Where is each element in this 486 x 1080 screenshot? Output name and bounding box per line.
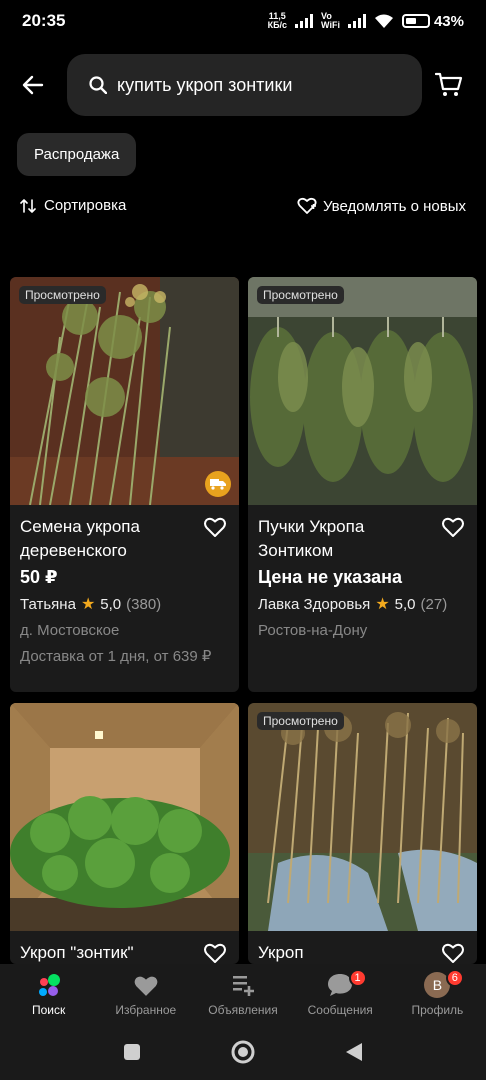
bottom-navigation: Поиск Избранное Объявления 1 Сообщения В…	[0, 964, 486, 1024]
listing-price: Цена не указана	[258, 567, 402, 587]
listing-photo[interactable]	[10, 703, 239, 931]
hanging-dill-photo	[248, 277, 477, 505]
dry-dill-stalks-photo	[248, 703, 477, 931]
seller-row[interactable]: Татьяна ★ 5,0 (380)	[20, 594, 229, 614]
recents-square-icon[interactable]	[123, 1043, 141, 1061]
listing-card-3[interactable]: Укроп "зонтик"	[10, 703, 239, 964]
favorite-heart-icon[interactable]	[441, 515, 465, 539]
system-navigation-bar	[0, 1024, 486, 1080]
star-icon: ★	[375, 596, 390, 613]
status-time: 20:35	[22, 11, 66, 30]
status-bar: 20:35 11,5 КБ/с Vo WiFi 43%	[0, 0, 486, 42]
network-speed: 11,5 КБ/с	[268, 12, 287, 30]
listing-info: Укроп "зонтик"	[10, 931, 239, 964]
review-count: (27)	[420, 595, 448, 613]
nav-favorites[interactable]: Избранное	[97, 964, 194, 1024]
listing-card-2[interactable]: Просмотрено Пучки Укропа Зонтиком Цена н…	[248, 277, 477, 692]
home-circle-icon[interactable]	[231, 1040, 255, 1064]
favorite-heart-icon[interactable]	[203, 941, 227, 964]
listing-card-4[interactable]: Просмотрено Укроп	[248, 703, 477, 964]
delivery-truck-icon	[205, 471, 231, 497]
search-icon	[89, 76, 107, 94]
listing-location: д. Мостовское	[20, 622, 120, 639]
vowifi-bottom: WiFi	[321, 20, 340, 30]
viewed-badge: Просмотрено	[257, 286, 344, 304]
sort-icon	[20, 198, 36, 213]
nav-profile-label: Профиль	[411, 1003, 464, 1017]
battery-icon	[401, 14, 430, 28]
listing-photo[interactable]: Просмотрено	[10, 277, 239, 506]
net-speed-unit: КБ/с	[267, 20, 288, 30]
battery-indicator: 43%	[401, 12, 464, 30]
sort-button[interactable]: Сортировка	[20, 197, 126, 214]
heart-bell-icon	[297, 197, 317, 214]
nav-ads[interactable]: Объявления	[194, 964, 291, 1024]
listing-title[interactable]: Укроп	[258, 941, 438, 964]
cell-signal-2-icon	[347, 14, 366, 28]
listing-title[interactable]: Семена укропа деревенского	[20, 515, 200, 563]
cell-signal-icon	[295, 14, 314, 28]
back-button[interactable]	[16, 68, 50, 102]
seller-name: Татьяна	[20, 595, 76, 613]
seller-rating: 5,0	[100, 595, 122, 613]
listing-photo[interactable]: Просмотрено	[248, 703, 477, 931]
listing-location: Ростов-на-Дону	[258, 622, 368, 639]
listing-price: 50 ₽	[20, 567, 58, 587]
nav-search[interactable]: Поиск	[0, 964, 97, 1024]
nav-ads-label: Объявления	[208, 1003, 278, 1017]
notify-label: Уведомлять о новых	[322, 197, 466, 215]
back-triangle-icon[interactable]	[345, 1042, 363, 1062]
seller-row[interactable]: Лавка Здоровья ★ 5,0 (27)	[258, 594, 467, 614]
wifi-icon	[374, 14, 393, 28]
notify-new-button[interactable]: Уведомлять о новых	[297, 197, 466, 215]
listing-title[interactable]: Укроп "зонтик"	[20, 941, 200, 964]
heart-icon	[133, 971, 159, 999]
status-icons: 11,5 КБ/с Vo WiFi 43%	[268, 12, 464, 30]
star-icon: ★	[80, 596, 96, 613]
listing-info: Пучки Укропа Зонтиком Цена не указана Ла…	[248, 505, 477, 639]
nav-profile[interactable]: В 6 Профиль	[389, 964, 486, 1024]
favorite-heart-icon[interactable]	[203, 515, 227, 539]
listing-info: Семена укропа деревенского 50 ₽ Татьяна …	[10, 505, 239, 665]
nav-messages-label: Сообщения	[307, 1003, 373, 1017]
cart-icon	[435, 72, 463, 96]
favorite-heart-icon[interactable]	[441, 941, 465, 964]
listing-card-1[interactable]: Просмотрено Семена укропа деревенского 5…	[10, 277, 239, 692]
seller-name: Лавка Здоровья	[258, 595, 371, 613]
avito-dots-icon	[35, 971, 63, 999]
listing-title[interactable]: Пучки Укропа Зонтиком	[258, 515, 438, 563]
dill-in-room-photo	[10, 703, 239, 931]
sale-filter-chip[interactable]: Распродажа	[17, 133, 137, 176]
sort-label: Сортировка	[44, 197, 127, 214]
listing-photo[interactable]: Просмотрено	[248, 277, 477, 505]
seller-rating: 5,0	[394, 595, 416, 613]
arrow-left-icon	[22, 75, 44, 95]
review-count: (380)	[126, 595, 162, 613]
listing-info: Укроп	[248, 931, 477, 964]
viewed-badge: Просмотрено	[257, 712, 344, 730]
battery-percent: 43%	[433, 12, 464, 30]
add-listing-icon	[230, 971, 256, 999]
dill-bunch-photo	[10, 277, 239, 506]
nav-favorites-label: Избранное	[115, 1003, 177, 1017]
profile-badge: 6	[445, 969, 464, 987]
cart-button[interactable]	[432, 68, 466, 102]
vowifi-icon: Vo WiFi	[321, 12, 340, 30]
search-input[interactable]: купить укроп зонтики	[67, 54, 422, 116]
nav-search-label: Поиск	[31, 1003, 66, 1017]
search-query: купить укроп зонтики	[117, 74, 293, 95]
viewed-badge: Просмотрено	[19, 286, 106, 304]
nav-messages[interactable]: 1 Сообщения	[292, 964, 389, 1024]
listing-delivery: Доставка от 1 дня, от 639 ₽	[20, 648, 212, 665]
top-bar: купить укроп зонтики	[0, 54, 486, 116]
messages-badge: 1	[348, 969, 367, 987]
